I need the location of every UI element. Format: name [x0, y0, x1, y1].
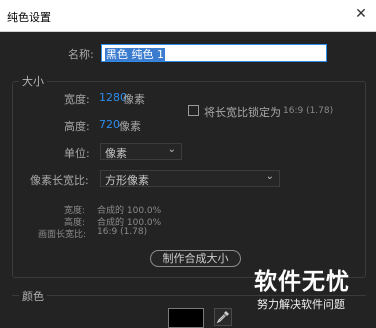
watermark-slogan: 努力解决软件问题 — [257, 298, 345, 311]
eyedropper-icon[interactable] — [214, 308, 232, 326]
name-input-value: 黑色 纯色 1 — [105, 48, 165, 61]
height-value[interactable]: 720 — [99, 118, 120, 131]
lock-aspect-label: 将长宽比锁定为 — [204, 106, 281, 119]
name-input[interactable]: 黑色 纯色 1 — [101, 44, 327, 62]
title-bar: 纯色设置 ✕ — [0, 0, 376, 32]
color-group-title: 颜色 — [19, 288, 47, 304]
pixel-aspect-select-value: 方形像素 — [105, 174, 149, 187]
height-unit: 像素 — [119, 120, 141, 133]
make-comp-size-button[interactable]: 制作合成大小 — [150, 250, 241, 267]
size-group-title: 大小 — [19, 73, 47, 89]
lock-aspect-ratio: 16:9 (1.78) — [283, 106, 334, 116]
lock-aspect-checkbox[interactable] — [188, 105, 199, 116]
units-label: 单位: — [64, 147, 90, 160]
watermark-brand: 软件无忧 — [254, 269, 350, 295]
units-select-value: 像素 — [105, 147, 127, 160]
width-label: 宽度: — [64, 93, 90, 106]
units-select[interactable]: 像素 ⌄ — [100, 143, 182, 160]
pixel-aspect-label: 像素长宽比: — [30, 174, 89, 187]
window-title: 纯色设置 — [7, 11, 51, 24]
pixel-aspect-select[interactable]: 方形像素 ⌄ — [100, 170, 280, 187]
info-frame-label: 画面长宽比: — [38, 230, 87, 240]
close-icon[interactable]: ✕ — [350, 3, 372, 25]
chevron-down-icon: ⌄ — [167, 144, 176, 155]
info-frame-value: 16:9 (1.78) — [97, 227, 148, 237]
color-swatch[interactable] — [168, 308, 204, 328]
chevron-down-icon: ⌄ — [265, 171, 274, 182]
height-label: 高度: — [64, 120, 90, 133]
name-label: 名称: — [68, 48, 94, 61]
width-unit: 像素 — [123, 93, 145, 106]
